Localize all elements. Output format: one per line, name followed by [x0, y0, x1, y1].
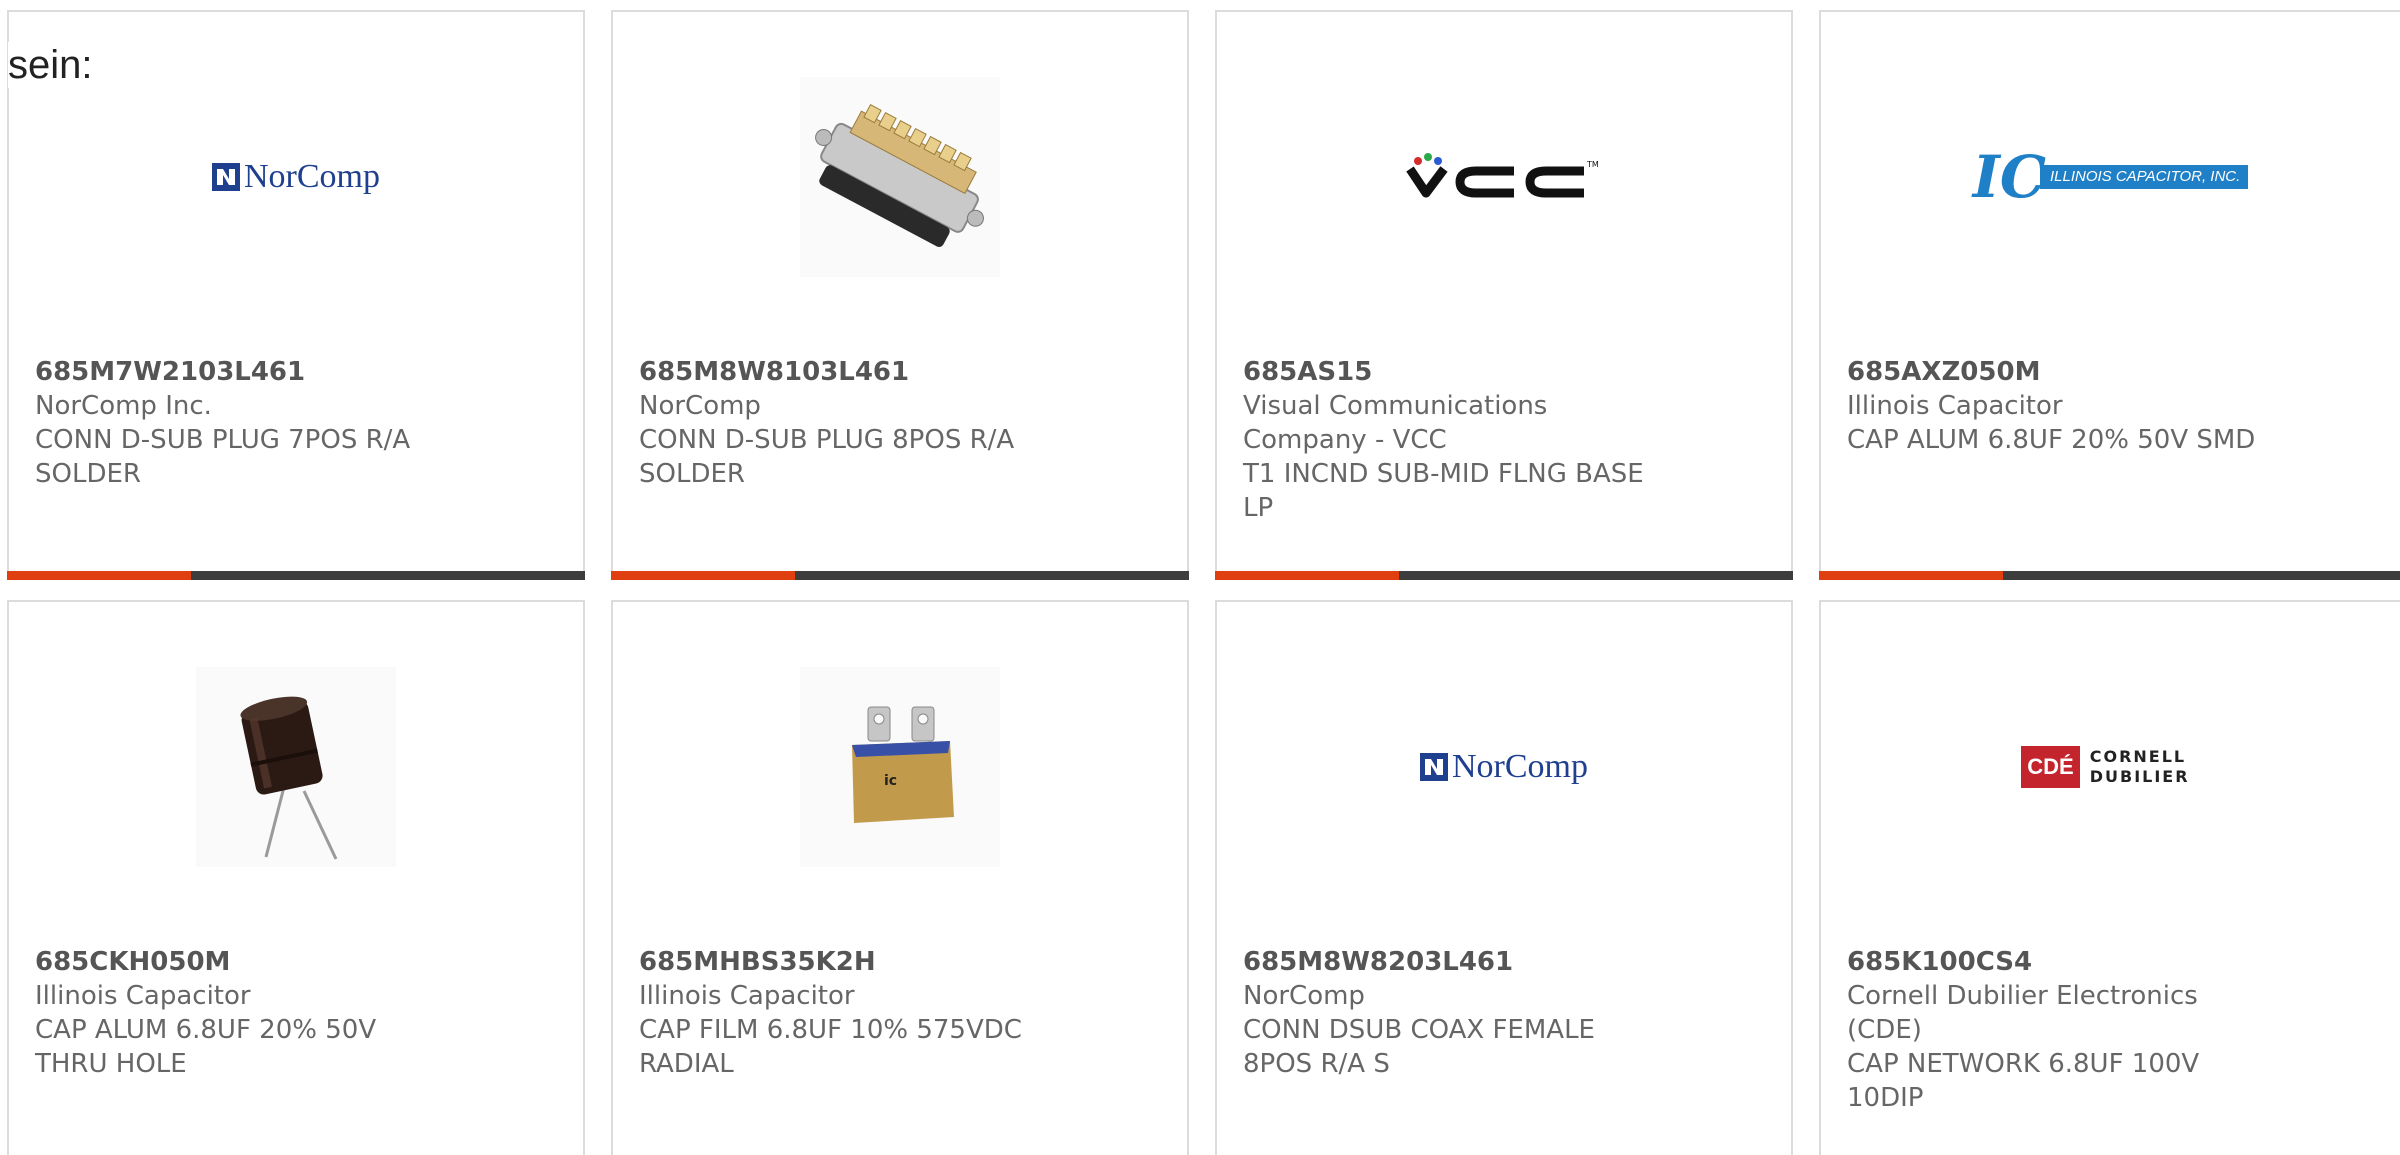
product-card[interactable]: CDÉ CORNELL DUBILIER 685K100CS4 Cornell … [1819, 600, 2400, 1155]
dsub-connector-icon [800, 77, 1000, 277]
dsub-connector-image[interactable] [800, 77, 1000, 277]
product-card[interactable]: NorComp 685M7W2103L461 NorComp Inc. CONN… [7, 10, 585, 580]
product-grid-page: sein: NorComp 685M7W2103L461 NorComp Inc… [0, 0, 2400, 1155]
part-number[interactable]: 685MHBS35K2H [639, 945, 1059, 979]
part-number[interactable]: 685AS15 [1243, 355, 1663, 389]
product-info: 685M8W8203L461 NorComp CONN DSUB COAX FE… [1243, 945, 1663, 1081]
manufacturer: NorComp [1243, 981, 1365, 1011]
ic-mark-icon: IC [1972, 143, 2046, 211]
description: CAP NETWORK 6.8UF 100V 10DIP [1847, 1049, 2200, 1113]
part-number[interactable]: 685M7W2103L461 [35, 355, 455, 389]
manufacturer: Illinois Capacitor [639, 981, 855, 1011]
product-info: 685K100CS4 Cornell Dubilier Electronics … [1847, 945, 2267, 1115]
product-card[interactable]: 685M8W8103L461 NorComp CONN D-SUB PLUG 8… [611, 10, 1189, 580]
vcc-logo[interactable]: TM [1404, 77, 1604, 277]
product-card[interactable]: IC ILLINOIS CAPACITOR, INC. 685AXZ050M I… [1819, 10, 2400, 580]
film-capacitor-icon: ic [800, 667, 1000, 867]
card-accent-bar [1215, 571, 1399, 580]
product-card[interactable]: TM 685AS15 Visual Communications Company… [1215, 10, 1793, 580]
norcomp-logo[interactable]: NorComp [1404, 667, 1604, 867]
manufacturer: Visual Communications Company - VCC [1243, 391, 1548, 455]
part-number[interactable]: 685AXZ050M [1847, 355, 2267, 389]
description: CAP ALUM 6.8UF 20% 50V THRU HOLE [35, 1015, 377, 1079]
cde-logo-text: CORNELL DUBILIER [2089, 747, 2190, 786]
description: CAP ALUM 6.8UF 20% 50V SMD [1847, 425, 2256, 455]
description: CONN DSUB COAX FEMALE 8POS R/A S [1243, 1015, 1595, 1079]
card-bottom-bar [611, 571, 1189, 580]
card-bottom-bar [7, 571, 585, 580]
card-accent-bar [1819, 571, 2003, 580]
card-bottom-bar [1819, 571, 2400, 580]
product-info: 685M8W8103L461 NorComp CONN D-SUB PLUG 8… [639, 355, 1059, 491]
product-card[interactable]: ic 685MHBS35K2H Illinois Capacitor CAP F… [611, 600, 1189, 1155]
manufacturer: Cornell Dubilier Electronics (CDE) [1847, 981, 2198, 1045]
description: CONN D-SUB PLUG 7POS R/A SOLDER [35, 425, 411, 489]
part-number[interactable]: 685M8W8103L461 [639, 355, 1059, 389]
cde-logo-mark: CDÉ [2021, 746, 2080, 788]
product-info: 685CKH050M Illinois Capacitor CAP ALUM 6… [35, 945, 455, 1081]
film-capacitor-image[interactable]: ic [800, 667, 1000, 867]
illinois-capacitor-logo[interactable]: IC ILLINOIS CAPACITOR, INC. [1973, 77, 2249, 277]
cde-logo[interactable]: CDÉ CORNELL DUBILIER [2011, 667, 2211, 867]
norcomp-logo-text: NorComp [1452, 748, 1588, 785]
product-info: 685AXZ050M Illinois Capacitor CAP ALUM 6… [1847, 355, 2267, 457]
product-info: 685M7W2103L461 NorComp Inc. CONN D-SUB P… [35, 355, 455, 491]
vcc-logo-icon: TM [1406, 153, 1599, 198]
norcomp-logo-text: NorComp [244, 158, 380, 195]
manufacturer: Illinois Capacitor [1847, 391, 2063, 421]
ic-logo-text: ILLINOIS CAPACITOR, INC. [2039, 165, 2249, 189]
part-number[interactable]: 685M8W8203L461 [1243, 945, 1663, 979]
card-accent-bar [7, 571, 191, 580]
description: CAP FILM 6.8UF 10% 575VDC RADIAL [639, 1015, 1022, 1079]
part-number[interactable]: 685K100CS4 [1847, 945, 2267, 979]
manufacturer: NorComp [639, 391, 761, 421]
svg-text:TM: TM [1586, 160, 1599, 169]
description: T1 INCND SUB-MID FLNG BASE LP [1243, 459, 1644, 523]
manufacturer: NorComp Inc. [35, 391, 212, 421]
norcomp-logo[interactable]: NorComp [196, 77, 396, 277]
product-card[interactable]: NorComp 685M8W8203L461 NorComp CONN DSUB… [1215, 600, 1793, 1155]
product-info: 685MHBS35K2H Illinois Capacitor CAP FILM… [639, 945, 1059, 1081]
electrolytic-capacitor-image[interactable] [196, 667, 396, 867]
description: CONN D-SUB PLUG 8POS R/A SOLDER [639, 425, 1015, 489]
product-info: 685AS15 Visual Communications Company - … [1243, 355, 1663, 525]
product-card[interactable]: 685CKH050M Illinois Capacitor CAP ALUM 6… [7, 600, 585, 1155]
manufacturer: Illinois Capacitor [35, 981, 251, 1011]
card-bottom-bar [1215, 571, 1793, 580]
svg-text:ic: ic [884, 773, 897, 789]
intro-text: sein: [8, 42, 93, 88]
electrolytic-capacitor-icon [196, 667, 396, 867]
part-number[interactable]: 685CKH050M [35, 945, 455, 979]
card-accent-bar [611, 571, 795, 580]
